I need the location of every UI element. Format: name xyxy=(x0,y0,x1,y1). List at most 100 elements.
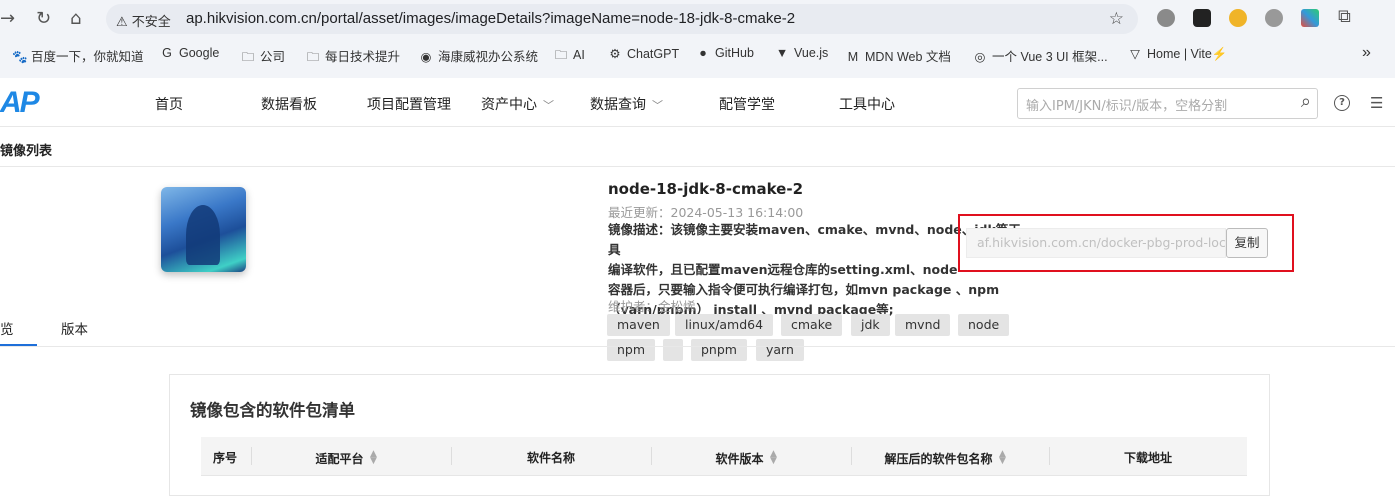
bookmark-label: 海康威视办公系统 xyxy=(438,50,539,64)
extension-icon[interactable] xyxy=(1157,9,1175,27)
chevron-down-icon: ﹀ xyxy=(652,99,663,112)
nav-item[interactable]: 配管学堂 xyxy=(719,94,775,114)
forward-icon[interactable]: → xyxy=(0,8,15,29)
tab-bar xyxy=(0,346,1395,347)
bookmark-label: 公司 xyxy=(260,50,286,64)
image-name: node-18-jdk-8-cmake-2 xyxy=(608,180,804,198)
home-icon[interactable]: ⌂ xyxy=(70,8,81,29)
extension-icon[interactable] xyxy=(1301,9,1319,27)
nav-item[interactable]: 首页 xyxy=(155,94,183,114)
bookmark-item[interactable]: ● GitHub xyxy=(696,46,754,60)
folder-icon: 🗀 xyxy=(306,50,320,64)
help-icon[interactable]: ? xyxy=(1334,95,1350,111)
tag: jdk xyxy=(851,314,890,336)
column-header: 序号 xyxy=(213,449,237,466)
column-divider xyxy=(451,447,452,465)
folder-icon: 🗀 xyxy=(554,48,568,62)
bookmark-item[interactable]: ◉ 海康威视办公系统 xyxy=(419,46,538,65)
search-placeholder: 输入IPM/JKN/标识/版本，空格分割 xyxy=(1026,99,1228,114)
column-label: 适配平台 xyxy=(315,452,364,466)
bookmark-item[interactable]: G Google xyxy=(160,46,219,60)
tab-overview[interactable]: 览 xyxy=(0,318,14,338)
sort-icon[interactable]: ▲▼ xyxy=(769,449,779,463)
puzzle-icon[interactable]: ⧉ xyxy=(1338,6,1351,27)
column-divider xyxy=(1049,447,1050,465)
sort-icon[interactable]: ▲▼ xyxy=(998,449,1008,463)
vue-icon: ▼ xyxy=(775,46,789,60)
whale-tail-icon xyxy=(186,205,220,265)
page-title: 镜像列表 xyxy=(0,144,53,159)
document-icon[interactable]: ☰ xyxy=(1370,94,1383,112)
extension-icon[interactable] xyxy=(1193,9,1211,27)
column-label: 下载地址 xyxy=(1123,451,1173,465)
bookmark-star-icon[interactable]: ☆ xyxy=(1109,9,1124,29)
mdn-icon: M xyxy=(847,50,859,64)
bookmark-item[interactable]: 🗀 公司 xyxy=(241,46,285,69)
tag: linux/amd64 xyxy=(675,314,774,336)
vite-icon: ▽ xyxy=(1130,47,1140,61)
bookmark-item[interactable]: 🐾 百度一下，你就知道 xyxy=(12,46,144,65)
search-input[interactable]: 输入IPM/JKN/标识/版本，空格分割 ⌕ xyxy=(1017,88,1318,119)
column-header[interactable]: 解压后的软件包名称 ▲▼ xyxy=(884,449,1007,467)
cube-icon: ◎ xyxy=(974,50,986,64)
bookmark-label: MDN Web 文档 xyxy=(865,50,951,64)
column-label: 软件名称 xyxy=(526,451,576,465)
reload-icon[interactable]: ↻ xyxy=(36,8,51,29)
nav-label: 资产中心 xyxy=(481,97,537,113)
bookmarks-overflow-button[interactable]: » xyxy=(1362,44,1371,62)
nav-label: 首页 xyxy=(155,97,183,113)
bookmark-item[interactable]: M MDN Web 文档 xyxy=(846,46,951,65)
extension-icon[interactable] xyxy=(1265,9,1283,27)
extension-icon[interactable] xyxy=(1229,9,1247,27)
nav-label: 工具中心 xyxy=(839,97,895,113)
packages-title: 镜像包含的软件包清单 xyxy=(190,401,355,420)
maintainer: 维护者：金松烯 xyxy=(608,299,696,314)
column-header[interactable]: 适配平台 ▲▼ xyxy=(315,449,378,467)
tag: pnpm xyxy=(691,339,747,361)
bookmark-item[interactable]: ▽ Home | Vite⚡ xyxy=(1128,46,1227,62)
column-label: 解压后的软件包名称 xyxy=(884,452,993,466)
updated-time: 最近更新：2024-05-13 16:14:00 xyxy=(608,205,804,220)
column-header[interactable]: 软件版本 ▲▼ xyxy=(715,449,778,467)
logo[interactable]: AP xyxy=(0,86,40,120)
column-header: 下载地址 xyxy=(1124,449,1172,466)
bookmark-label: 百度一下，你就知道 xyxy=(31,50,144,64)
chevron-down-icon: ﹀ xyxy=(543,99,554,112)
page-title-bar xyxy=(0,126,1395,167)
sort-icon[interactable]: ▲▼ xyxy=(369,449,379,463)
tag: yarn xyxy=(756,339,804,361)
tag: cmake xyxy=(781,314,843,336)
bookmark-label: Google xyxy=(179,46,220,60)
nav-item[interactable]: 资产中心 ﹀ xyxy=(481,94,554,114)
bookmark-label: AI xyxy=(573,48,585,62)
bookmark-label: 每日技术提升 xyxy=(325,50,401,64)
bookmark-item[interactable]: ▼ Vue.js xyxy=(775,46,828,60)
bookmark-item[interactable]: ◎ 一个 Vue 3 UI 框架... xyxy=(973,46,1108,65)
nav-item[interactable]: 工具中心 xyxy=(839,94,895,114)
nav-label: 数据查询 xyxy=(590,97,646,113)
nav-label: 数据看板 xyxy=(261,97,317,113)
highlight-box xyxy=(958,214,1294,272)
url-text[interactable]: ap.hikvision.com.cn/portal/asset/images/… xyxy=(186,10,795,27)
search-icon[interactable]: ⌕ xyxy=(1301,91,1311,112)
bookmark-label: 一个 Vue 3 UI 框架... xyxy=(992,50,1108,64)
nav-item[interactable]: 数据查询 ﹀ xyxy=(590,94,663,114)
nav-item[interactable]: 数据看板 xyxy=(261,94,317,114)
nav-item[interactable]: 项目配置管理 xyxy=(367,94,451,114)
column-divider xyxy=(251,447,252,465)
bookmark-item[interactable]: 🗀 AI xyxy=(554,46,585,67)
tag xyxy=(663,339,683,361)
tag: mvnd xyxy=(895,314,951,336)
column-label: 软件版本 xyxy=(715,452,764,466)
bookmark-item[interactable]: 🗀 每日技术提升 xyxy=(306,46,400,69)
folder-icon: 🗀 xyxy=(241,50,255,64)
github-icon: ● xyxy=(699,46,707,60)
column-header: 软件名称 xyxy=(527,449,575,466)
tag: maven xyxy=(607,314,670,336)
tab-versions[interactable]: 版本 xyxy=(61,318,88,338)
security-warning[interactable]: ⚠ 不安全 xyxy=(116,11,171,30)
address-bar[interactable]: ⚠ 不安全 ap.hikvision.com.cn/portal/asset/i… xyxy=(106,4,1138,34)
bookmark-item[interactable]: ⚙ ChatGPT xyxy=(608,46,679,61)
column-label: 序号 xyxy=(212,451,238,465)
column-divider xyxy=(851,447,852,465)
